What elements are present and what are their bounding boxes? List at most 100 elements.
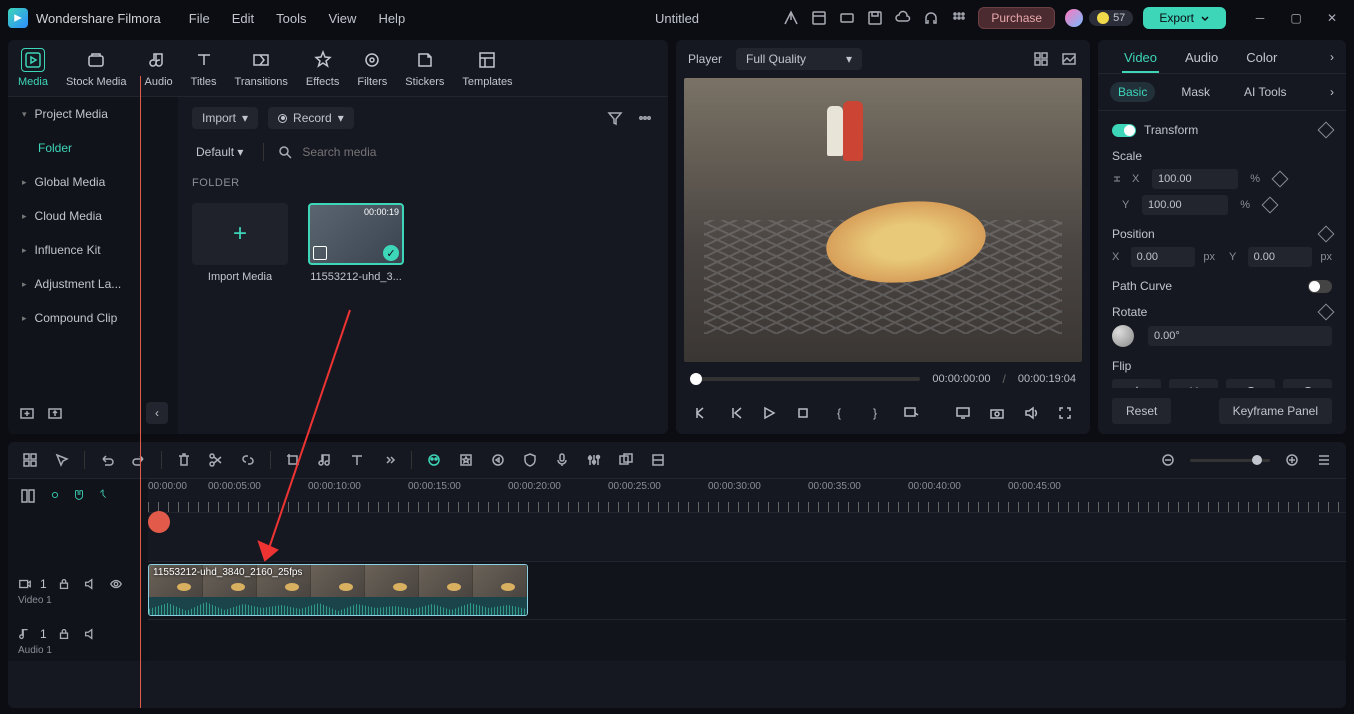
- tl-split-icon[interactable]: [206, 450, 226, 470]
- audio-track[interactable]: [148, 619, 1346, 661]
- export-button[interactable]: Export: [1143, 7, 1226, 29]
- preview-viewport[interactable]: [684, 78, 1082, 362]
- menu-help[interactable]: Help: [378, 11, 405, 26]
- sidebar-project-media[interactable]: ▾Project Media: [8, 97, 178, 131]
- sidebar-global-media[interactable]: ▸Global Media: [8, 165, 178, 199]
- import-media-card[interactable]: + Import Media: [192, 203, 288, 283]
- sidebar-cloud-media[interactable]: ▸Cloud Media: [8, 199, 178, 233]
- transform-toggle[interactable]: [1112, 124, 1136, 137]
- lock-icon[interactable]: [1112, 174, 1122, 184]
- play-icon[interactable]: [758, 402, 780, 424]
- play-backward-icon[interactable]: [724, 402, 746, 424]
- volume-icon[interactable]: [1020, 402, 1042, 424]
- tl-marker-toggle-icon[interactable]: [96, 488, 110, 505]
- tab-video[interactable]: Video: [1110, 40, 1171, 73]
- cat-stock[interactable]: Stock Media: [66, 48, 127, 88]
- audio-track-lock-icon[interactable]: [55, 625, 73, 643]
- menu-tools[interactable]: Tools: [276, 11, 306, 26]
- rotate-keyframe[interactable]: [1318, 304, 1335, 321]
- cat-transitions[interactable]: Transitions: [235, 48, 288, 88]
- tl-circle-icon[interactable]: [488, 450, 508, 470]
- tl-select-icon[interactable]: [52, 450, 72, 470]
- pos-x-input[interactable]: [1131, 247, 1195, 267]
- tl-magnet-icon[interactable]: [72, 488, 86, 505]
- sort-default[interactable]: Default ▾: [192, 141, 253, 163]
- mark-in-icon[interactable]: {: [828, 402, 850, 424]
- sidebar-folder[interactable]: Folder: [8, 131, 178, 165]
- scale-x-keyframe[interactable]: [1272, 171, 1289, 188]
- display-icon[interactable]: [952, 402, 974, 424]
- tl-marker-icon[interactable]: [648, 450, 668, 470]
- tl-enhance-icon[interactable]: [456, 450, 476, 470]
- tl-shield-icon[interactable]: [520, 450, 540, 470]
- tl-layout-icon[interactable]: [20, 450, 40, 470]
- search-input[interactable]: [302, 145, 457, 159]
- tl-undo-icon[interactable]: [97, 450, 117, 470]
- sub-aitools[interactable]: AI Tools: [1236, 82, 1294, 102]
- rotate-ccw-button[interactable]: [1283, 379, 1332, 388]
- sidebar-influence-kit[interactable]: ▸Influence Kit: [8, 233, 178, 267]
- new-folder-icon[interactable]: [18, 404, 36, 422]
- close-button[interactable]: ✕: [1318, 4, 1346, 32]
- flip-v-button[interactable]: [1169, 379, 1218, 388]
- sidebar-compound-clip[interactable]: ▸Compound Clip: [8, 301, 178, 335]
- layout1-icon[interactable]: [810, 9, 828, 27]
- tl-more-icon[interactable]: [379, 450, 399, 470]
- sub-mask[interactable]: Mask: [1173, 82, 1218, 102]
- stop-icon[interactable]: [792, 402, 814, 424]
- audio-track-mute-icon[interactable]: [81, 625, 99, 643]
- tl-ai-icon[interactable]: [424, 450, 444, 470]
- cat-stickers[interactable]: Stickers: [405, 48, 444, 88]
- headphones-icon[interactable]: [922, 9, 940, 27]
- quality-select[interactable]: Full Quality▾: [736, 48, 862, 70]
- folder-out-icon[interactable]: [46, 404, 64, 422]
- keyframe-panel-button[interactable]: Keyframe Panel: [1219, 398, 1332, 424]
- collapse-sidebar-icon[interactable]: ‹: [146, 402, 168, 424]
- scrub-bar[interactable]: [690, 377, 920, 381]
- position-keyframe[interactable]: [1318, 226, 1335, 243]
- menu-edit[interactable]: Edit: [232, 11, 254, 26]
- playhead-knob[interactable]: [148, 511, 170, 533]
- tl-music-icon[interactable]: [315, 450, 335, 470]
- purchase-button[interactable]: Purchase: [978, 7, 1055, 29]
- pos-y-input[interactable]: [1248, 247, 1312, 267]
- layout2-icon[interactable]: [838, 9, 856, 27]
- cat-templates[interactable]: Templates: [462, 48, 512, 88]
- track-lock-icon[interactable]: [55, 575, 73, 593]
- cat-titles[interactable]: Titles: [191, 48, 217, 88]
- tabs-next-icon[interactable]: ›: [1330, 50, 1334, 64]
- cat-effects[interactable]: Effects: [306, 48, 339, 88]
- scale-y-keyframe[interactable]: [1262, 197, 1279, 214]
- tl-delete-icon[interactable]: [174, 450, 194, 470]
- tl-zoom-slider[interactable]: [1190, 459, 1270, 462]
- transform-keyframe-icon[interactable]: [1318, 122, 1335, 139]
- filter-icon[interactable]: [606, 109, 624, 127]
- tl-link-icon[interactable]: [238, 450, 258, 470]
- grid-view-icon[interactable]: [1032, 50, 1050, 68]
- tl-link-toggle-icon[interactable]: [48, 488, 62, 505]
- sub-next-icon[interactable]: ›: [1330, 85, 1334, 99]
- reset-button[interactable]: Reset: [1112, 398, 1171, 424]
- cat-media[interactable]: Media: [18, 48, 48, 88]
- scale-x-input[interactable]: [1152, 169, 1238, 189]
- tl-redo-icon[interactable]: [129, 450, 149, 470]
- more-icon[interactable]: [636, 109, 654, 127]
- cat-filters[interactable]: Filters: [357, 48, 387, 88]
- compare-icon[interactable]: [1060, 50, 1078, 68]
- flip-h-button[interactable]: [1112, 379, 1161, 388]
- rotate-cw-button[interactable]: [1226, 379, 1275, 388]
- apps-icon[interactable]: [950, 9, 968, 27]
- menu-file[interactable]: File: [189, 11, 210, 26]
- share-icon[interactable]: [782, 9, 800, 27]
- import-button[interactable]: Import ▾: [192, 107, 258, 129]
- maximize-button[interactable]: ▢: [1282, 4, 1310, 32]
- tl-zoomout-icon[interactable]: [1158, 450, 1178, 470]
- rotate-knob[interactable]: [1112, 325, 1134, 347]
- tl-mixer-icon[interactable]: [584, 450, 604, 470]
- clip-card[interactable]: 00:00:19 ✓ 11553212-uhd_3...: [308, 203, 404, 283]
- sidebar-adjustment-layer[interactable]: ▸Adjustment La...: [8, 267, 178, 301]
- tl-group-icon[interactable]: [616, 450, 636, 470]
- menu-view[interactable]: View: [328, 11, 356, 26]
- tl-text-icon[interactable]: [347, 450, 367, 470]
- track-visible-icon[interactable]: [107, 575, 125, 593]
